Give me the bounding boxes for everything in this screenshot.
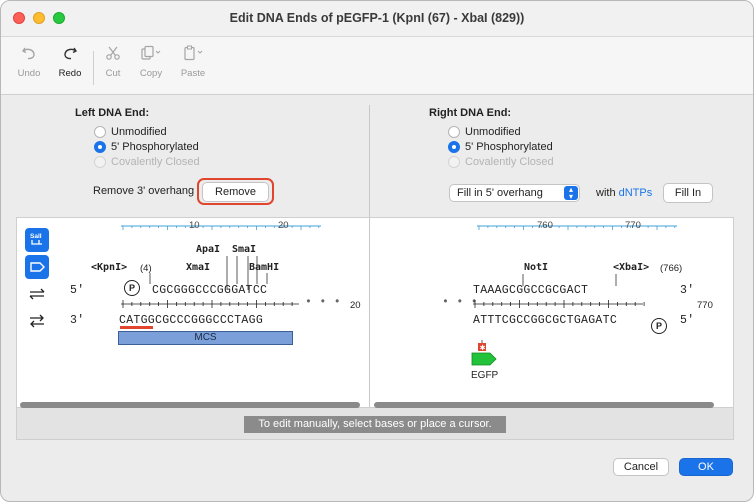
cut-label: Cut (105, 68, 121, 79)
ok-button[interactable]: OK (679, 458, 733, 476)
paste-button[interactable]: Paste (173, 45, 213, 79)
radio-label: Unmodified (465, 126, 521, 138)
right-bottom-strand-label: 5' (680, 314, 695, 327)
right-end-number: 770 (697, 300, 713, 311)
undo-icon (21, 47, 35, 60)
left-covalently-closed-radio: Covalently Closed (94, 156, 200, 168)
redo-button[interactable]: Redo (50, 45, 90, 79)
left-end-title: Left DNA End: (75, 107, 150, 119)
right-ruler (477, 225, 677, 230)
ruler-label: 770 (625, 220, 641, 231)
paste-label: Paste (180, 68, 206, 79)
right-unmodified-radio[interactable]: Unmodified (448, 126, 521, 138)
overhang-highlight (120, 326, 153, 329)
feature-tool-button[interactable] (25, 255, 49, 279)
radio-circle-checked (94, 141, 106, 153)
title-bar: Edit DNA Ends of pEGFP-1 (KpnI (67) - Xb… (1, 1, 753, 37)
remove-overhang-label: Remove 3' overhang (93, 185, 195, 197)
left-phosphorylated-radio[interactable]: 5' Phosphorylated (94, 141, 199, 153)
phosphate-marker: P (651, 318, 667, 334)
toolbar: Undo Redo Cut Copy Paste (1, 37, 753, 95)
fill-mode-value: Fill in 5' overhang (457, 187, 543, 199)
sequence-view[interactable]: SalI 10 20 ApaI SmaI <KpnI> (4) XmaI Bam… (16, 217, 734, 408)
radio-circle (448, 126, 460, 138)
cut-button[interactable]: Cut (93, 45, 133, 79)
left-end-number: 20 (350, 300, 361, 311)
swap-tool-button[interactable] (25, 309, 49, 333)
left-backbone (121, 300, 299, 308)
radio-circle-checked (448, 141, 460, 153)
chevron-updown-icon: ▴ ▾ (564, 186, 578, 201)
sali-icon-text: SalI (30, 233, 42, 240)
radio-label: 5' Phosphorylated (465, 141, 553, 153)
sequence-divider (369, 218, 370, 407)
fill-mode-select[interactable]: Fill in 5' overhang ▴ ▾ (449, 184, 580, 202)
left-bottom-strand-label: 3' (70, 314, 85, 327)
feature-arrow-icon (30, 262, 45, 272)
copy-icon (141, 45, 161, 60)
status-strip: To edit manually, select bases or place … (16, 408, 734, 440)
cancel-button[interactable]: Cancel (613, 458, 669, 476)
left-unmodified-radio[interactable]: Unmodified (94, 126, 167, 138)
radio-circle-disabled (94, 156, 106, 168)
edit-dna-ends-window: Edit DNA Ends of pEGFP-1 (KpnI (67) - Xb… (0, 0, 754, 502)
strands-tool-button[interactable] (25, 282, 49, 306)
right-backbone (473, 300, 645, 308)
continuation-dots: • • • (305, 296, 342, 309)
right-phosphorylated-radio[interactable]: 5' Phosphorylated (448, 141, 553, 153)
svg-text:✱: ✱ (480, 344, 486, 352)
right-bottom-strand[interactable]: ATTTCGCCGGCGCTGAGATC (473, 314, 617, 327)
swap-arrows-icon (30, 314, 44, 328)
redo-icon (64, 47, 78, 60)
radio-label: Covalently Closed (111, 156, 200, 168)
sali-tool-button[interactable]: SalI (25, 228, 49, 252)
paste-icon (184, 45, 203, 61)
redo-label: Redo (58, 68, 82, 79)
status-message: To edit manually, select bases or place … (244, 416, 506, 433)
left-top-strand[interactable]: CGCGGGCCCGGGATCC (152, 284, 267, 297)
fill-in-button[interactable]: Fill In (663, 183, 713, 203)
ruler-label: 760 (537, 220, 553, 231)
ruler-label: 10 (189, 220, 200, 231)
undo-button[interactable]: Undo (9, 45, 49, 79)
radio-circle (94, 126, 106, 138)
window-title: Edit DNA Ends of pEGFP-1 (KpnI (67) - Xb… (229, 11, 525, 25)
egfp-feature-arrow[interactable]: ✱ (470, 339, 500, 371)
scissors-icon (106, 46, 120, 60)
right-top-strand-label: 3' (680, 284, 695, 297)
remove-button[interactable]: Remove (202, 182, 269, 202)
fill-with-label: with dNTPs (596, 187, 653, 199)
radio-label: Covalently Closed (465, 156, 554, 168)
settings-divider (369, 105, 370, 217)
radio-label: Unmodified (111, 126, 167, 138)
double-strand-icon (29, 288, 45, 300)
undo-label: Undo (17, 68, 41, 79)
left-ruler (121, 225, 321, 230)
phosphate-marker: P (124, 280, 140, 296)
radio-label: 5' Phosphorylated (111, 141, 199, 153)
left-top-strand-label: 5' (70, 284, 85, 297)
copy-label: Copy (139, 68, 163, 79)
right-top-strand[interactable]: TAAAGCGGCCGCGACT (473, 284, 588, 297)
egfp-label: EGFP (471, 370, 499, 381)
enzyme-cut-icon: SalI (30, 233, 42, 245)
radio-circle-disabled (448, 156, 460, 168)
mcs-feature[interactable]: MCS (118, 331, 293, 345)
dntps-link[interactable]: dNTPs (619, 187, 653, 199)
right-end-title: Right DNA End: (429, 107, 512, 119)
right-covalently-closed-radio: Covalently Closed (448, 156, 554, 168)
ruler-label: 20 (278, 220, 289, 231)
copy-button[interactable]: Copy (131, 45, 171, 79)
